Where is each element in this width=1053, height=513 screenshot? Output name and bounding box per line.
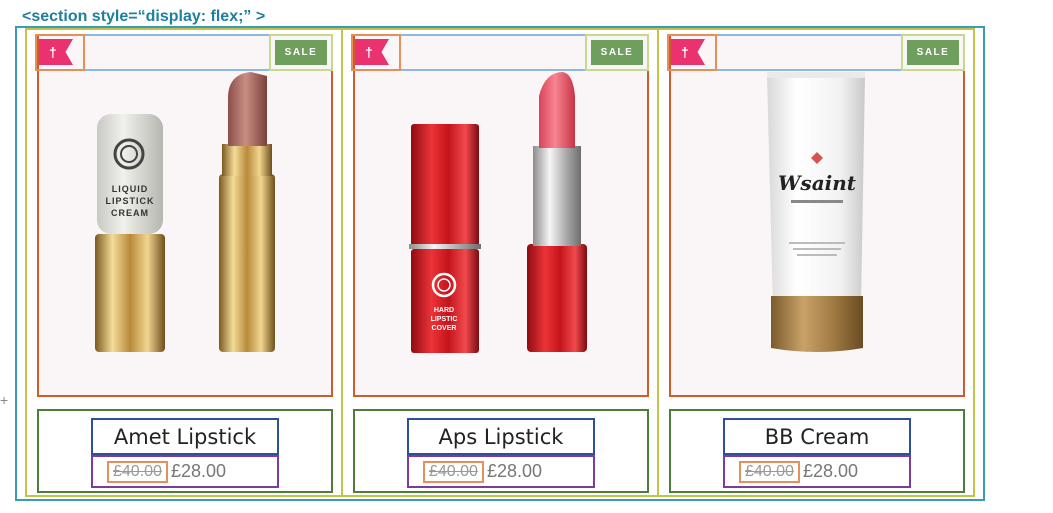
product-title[interactable]: Amet Lipstick <box>114 425 256 449</box>
product-title-frame[interactable]: BB Cream <box>723 418 911 455</box>
badges-row: † SALE <box>667 34 965 71</box>
badges-row: † SALE <box>35 34 333 71</box>
sale-badge: SALE <box>591 40 643 65</box>
price-row: £40.00 £28.00 <box>723 455 911 488</box>
product-card[interactable]: LIQUID LIPSTICK CREAM † SALE Amet Lipsti… <box>27 30 343 495</box>
product-image-frame[interactable]: HARD LIPSTIC COVER <box>353 34 649 397</box>
side-plus-marker: + <box>0 392 9 408</box>
image-text-line-1: LIQUID <box>112 184 149 194</box>
sale-badge-frame: SALE <box>585 34 649 71</box>
section-annotation-label: <section style=“display: flex;” > <box>22 8 266 25</box>
product-title[interactable]: Aps Lipstick <box>439 425 564 449</box>
price-row: £40.00 £28.00 <box>407 455 595 488</box>
image-text-line-2: LIPSTIC <box>431 316 458 323</box>
pushpin-icon: † <box>39 39 73 65</box>
product-title-frame[interactable]: Aps Lipstick <box>407 418 595 455</box>
liquid-lipstick-cream-image: LIQUID LIPSTICK CREAM <box>95 72 275 352</box>
product-row: LIQUID LIPSTICK CREAM † SALE Amet Lipsti… <box>25 28 975 497</box>
image-text-line-1: HARD <box>434 307 454 314</box>
price-row: £40.00 £28.00 <box>91 455 279 488</box>
image-text-line-2: LIPSTICK <box>105 196 154 206</box>
product-card[interactable]: HARD LIPSTIC COVER † SALE Aps Lipstick £… <box>343 30 659 495</box>
badges-row: † SALE <box>351 34 649 71</box>
sale-badge: SALE <box>907 40 959 65</box>
image-text-line-3: CREAM <box>111 208 149 218</box>
pushpin-icon: † <box>355 39 389 65</box>
sale-price: £28.00 <box>170 461 226 481</box>
old-price: £40.00 <box>113 462 162 480</box>
product-title[interactable]: BB Cream <box>765 425 870 449</box>
image-text-line-3: COVER <box>432 325 457 332</box>
hard-lipstick-cover-image: HARD LIPSTIC COVER <box>409 72 587 353</box>
sale-badge: SALE <box>275 40 327 65</box>
pin-badge[interactable]: † <box>667 34 717 71</box>
old-price: £40.00 <box>745 462 794 480</box>
product-info: Aps Lipstick £40.00 £28.00 <box>353 409 649 493</box>
product-image-frame[interactable]: LIQUID LIPSTICK CREAM <box>37 34 333 397</box>
product-image-frame[interactable]: Wsaint <box>669 34 965 397</box>
product-info: BB Cream £40.00 £28.00 <box>669 409 965 493</box>
sale-badge-frame: SALE <box>901 34 965 71</box>
old-price-frame: £40.00 <box>739 460 800 483</box>
product-title-frame[interactable]: Amet Lipstick <box>91 418 279 455</box>
product-card[interactable]: Wsaint † SALE BB Cream £40.00 £28.00 <box>659 30 973 495</box>
pushpin-icon: † <box>671 39 705 65</box>
old-price-frame: £40.00 <box>423 460 484 483</box>
wsaint-cream-tube-image: Wsaint <box>767 72 865 352</box>
image-brand-text: Wsaint <box>778 171 857 195</box>
product-info: Amet Lipstick £40.00 £28.00 <box>37 409 333 493</box>
pin-badge[interactable]: † <box>35 34 85 71</box>
sale-badge-frame: SALE <box>269 34 333 71</box>
sale-price: £28.00 <box>486 461 542 481</box>
pin-badge[interactable]: † <box>351 34 401 71</box>
old-price-frame: £40.00 <box>107 460 168 483</box>
sale-price: £28.00 <box>802 461 858 481</box>
old-price: £40.00 <box>429 462 478 480</box>
